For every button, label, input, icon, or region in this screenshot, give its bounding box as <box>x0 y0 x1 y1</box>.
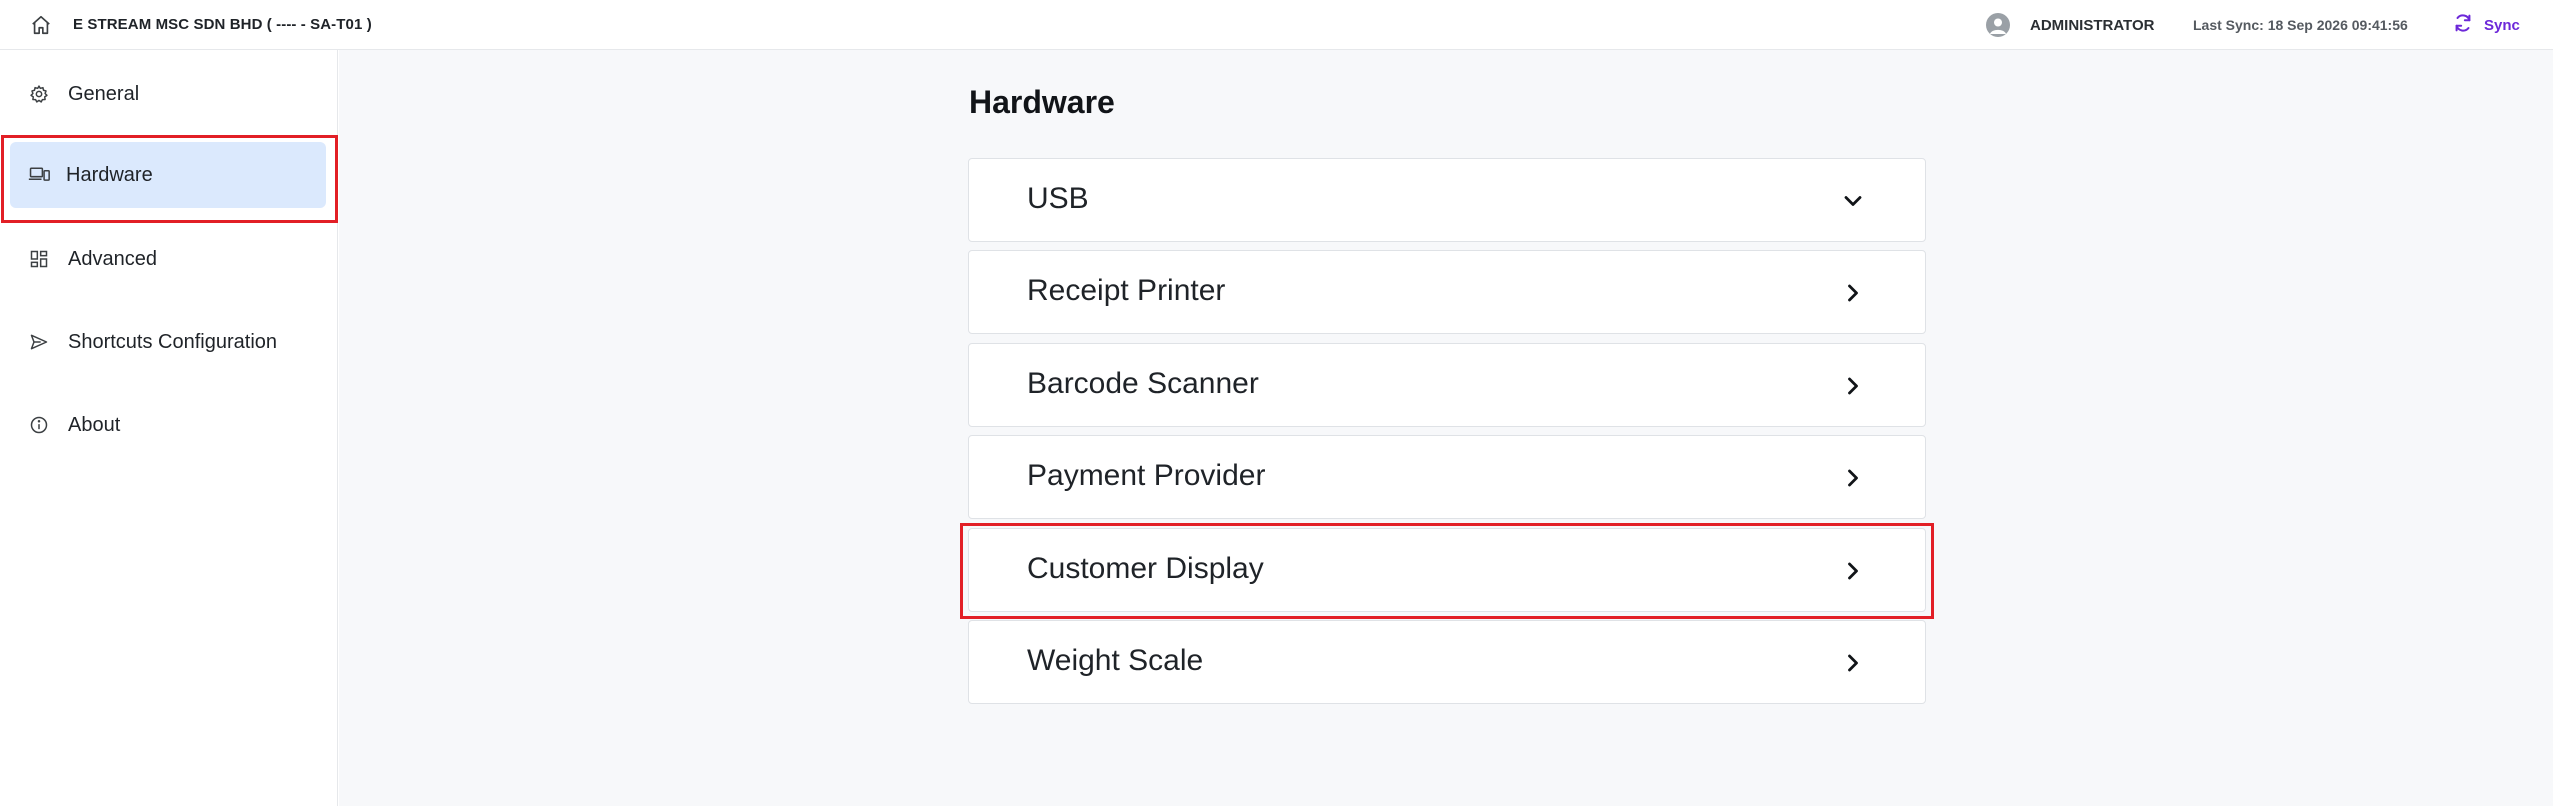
username[interactable]: ADMINISTRATOR <box>2030 17 2154 34</box>
sidebar-item-shortcuts-configuration[interactable]: Shortcuts Configuration <box>10 309 326 375</box>
chevron-right-icon <box>1839 279 1867 307</box>
company-name: E STREAM MSC SDN BHD ( ---- - SA-T01 ) <box>73 16 372 33</box>
chevron-right-icon <box>1839 557 1867 585</box>
section-label: USB <box>1027 182 1089 215</box>
sidebar-item-label: Hardware <box>66 163 153 186</box>
gear-icon <box>28 83 50 105</box>
sidebar-item-general[interactable]: General <box>10 61 326 127</box>
section-barcode-scanner[interactable]: Barcode Scanner <box>968 343 1926 427</box>
section-label: Receipt Printer <box>1027 274 1226 307</box>
send-icon <box>28 331 50 353</box>
top-bar: E STREAM MSC SDN BHD ( ---- - SA-T01 ) A… <box>0 0 2553 50</box>
section-receipt-printer[interactable]: Receipt Printer <box>968 250 1926 334</box>
grid-icon <box>28 248 50 270</box>
home-icon[interactable] <box>30 14 52 36</box>
sidebar-item-hardware[interactable]: Hardware <box>10 142 326 208</box>
last-sync-time: Last Sync: 18 Sep 2026 09:41:56 <box>2193 17 2408 33</box>
sync-label: Sync <box>2484 16 2520 34</box>
page-title: Hardware <box>969 84 1115 120</box>
chevron-down-icon <box>1839 187 1867 215</box>
section-label: Payment Provider <box>1027 459 1266 492</box>
info-icon <box>28 414 50 436</box>
sidebar-item-label: Advanced <box>68 247 157 270</box>
section-label: Barcode Scanner <box>1027 367 1259 400</box>
section-usb[interactable]: USB <box>968 158 1926 242</box>
sidebar-item-label: Shortcuts Configuration <box>68 330 278 353</box>
sidebar-item-label: About <box>68 413 121 436</box>
sync-button[interactable]: Sync <box>2452 11 2520 39</box>
sidebar-item-label: General <box>68 82 140 105</box>
sync-icon <box>2452 12 2474 39</box>
section-payment-provider[interactable]: Payment Provider <box>968 435 1926 519</box>
sidebar-item-advanced[interactable]: Advanced <box>10 226 326 292</box>
section-label: Weight Scale <box>1027 644 1204 677</box>
section-weight-scale[interactable]: Weight Scale <box>968 620 1926 704</box>
chevron-right-icon <box>1839 372 1867 400</box>
chevron-right-icon <box>1839 464 1867 492</box>
chevron-right-icon <box>1839 649 1867 677</box>
devices-icon <box>28 164 50 186</box>
sidebar: General Hardware Advanced Shortcuts Conf… <box>0 50 338 806</box>
section-label: Customer Display <box>1027 552 1264 585</box>
sidebar-item-about[interactable]: About <box>10 392 326 458</box>
section-customer-display[interactable]: Customer Display <box>968 528 1926 612</box>
user-avatar[interactable] <box>1986 13 2010 37</box>
